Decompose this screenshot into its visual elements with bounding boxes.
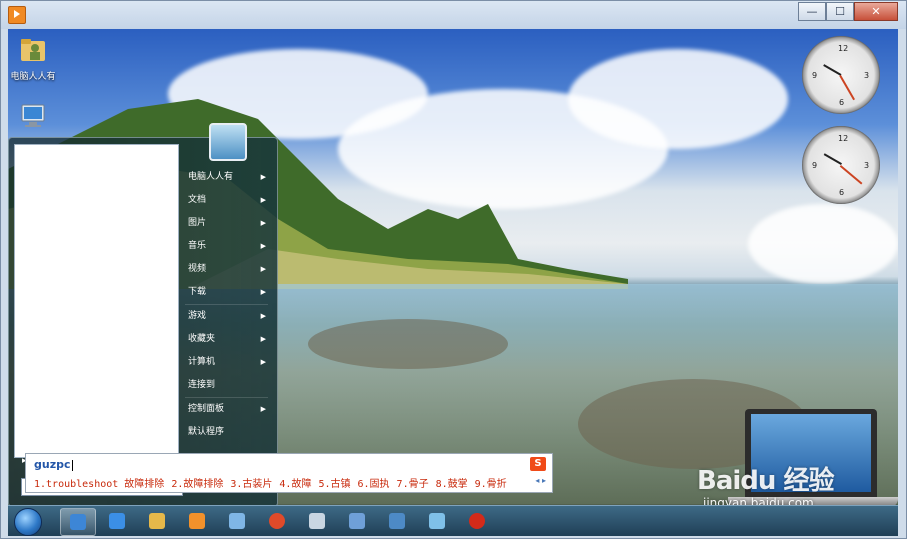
start-menu-item[interactable]: 下载 ▶ <box>179 281 274 304</box>
taskbar-button[interactable] <box>260 508 294 534</box>
ime-candidate[interactable]: 4.故障 <box>279 479 311 490</box>
title-bar[interactable]: — ☐ ✕ <box>1 1 906 29</box>
submenu-arrow-icon: ▶ <box>260 219 266 227</box>
ime-candidate[interactable]: 5.古镇 <box>318 479 350 490</box>
start-menu-item-label: 默认程序 <box>188 427 225 437</box>
start-menu-item[interactable]: 文档 ▶ <box>179 189 274 212</box>
start-menu-item[interactable]: 收藏夹 ▶ <box>179 328 274 351</box>
taskbar-button[interactable] <box>140 508 174 534</box>
remote-icon <box>389 513 405 529</box>
media-player-icon <box>189 513 205 529</box>
rock <box>308 319 508 369</box>
ime-candidate[interactable]: 2.故障排除 <box>171 479 223 490</box>
minute-hand <box>840 165 863 185</box>
game-icon <box>469 513 485 529</box>
clock-gadget[interactable]: 12 3 6 9 <box>802 126 880 204</box>
start-menu-item[interactable]: 视频 ▶ <box>179 258 274 281</box>
ime-candidate[interactable]: 7.骨子 <box>397 479 429 490</box>
ime-composition: guzpc <box>34 458 73 471</box>
media-player-app-icon <box>8 6 26 24</box>
ime-page-arrows[interactable]: ◂ ▸ <box>535 476 546 485</box>
taskbar-button[interactable] <box>420 508 454 534</box>
ime-candidate[interactable]: 9.骨折 <box>475 479 507 490</box>
ime-candidate-window: guzpc S 1.troubleshoot 故障排除 2.故障排除 3.古装片 4.… <box>25 453 553 493</box>
start-menu: ▸ 电脑人人有▶文档▶图片▶音乐▶视频▶下载▶游戏▶收藏夹▶计算机▶连接到控制面… <box>8 123 278 507</box>
desktop-icon-computer[interactable] <box>8 101 58 135</box>
program-list <box>14 144 179 458</box>
start-menu-item[interactable]: 连接到 <box>179 374 274 397</box>
sogou-logo-icon[interactable]: S <box>530 457 546 471</box>
start-menu-item[interactable]: 游戏 ▶ <box>179 305 274 328</box>
hour-hand <box>823 153 842 165</box>
ie-icon <box>109 513 125 529</box>
ime-candidate[interactable]: 3.古装片 <box>230 479 272 490</box>
start-menu-item-label: 音乐 <box>188 241 207 251</box>
start-orb-icon[interactable] <box>14 508 42 536</box>
submenu-arrow-icon: ▶ <box>260 173 266 181</box>
window-icon <box>229 513 245 529</box>
cloud <box>748 204 898 284</box>
submenu-arrow-icon: ▶ <box>260 405 266 413</box>
taskbar-button[interactable] <box>340 508 374 534</box>
taskbar-button[interactable] <box>460 508 494 534</box>
start-menu-item[interactable]: 音乐 ▶ <box>179 235 274 258</box>
ime-candidate[interactable]: 1.troubleshoot 故障排除 <box>34 479 164 490</box>
submenu-arrow-icon: ▶ <box>260 242 266 250</box>
submenu-arrow-icon: ▶ <box>260 335 266 343</box>
desktop-icon-user-folder[interactable]: 电脑人人有 <box>8 35 58 82</box>
taskbar <box>8 505 898 536</box>
submenu-arrow-icon: ▶ <box>260 358 266 366</box>
computer-icon <box>21 104 45 127</box>
start-menu-item-label: 收藏夹 <box>188 334 216 344</box>
folder-user-icon <box>21 39 45 61</box>
paint-icon <box>349 513 365 529</box>
hour-hand <box>823 64 842 76</box>
start-menu-item-label: 视频 <box>188 264 207 274</box>
start-menu-item-label: 游戏 <box>188 311 207 321</box>
ime-input-text: guzpc <box>34 458 71 471</box>
file-icon <box>309 513 325 529</box>
taskbar-button[interactable] <box>60 508 96 536</box>
start-menu-item[interactable]: 计算机 ▶ <box>179 351 274 374</box>
submenu-arrow-icon: ▶ <box>260 288 266 296</box>
start-menu-item[interactable]: 电脑人人有 ▶ <box>179 166 274 189</box>
start-menu-item-label: 电脑人人有 <box>188 172 234 182</box>
start-menu-item[interactable]: 默认程序 <box>179 421 274 444</box>
start-menu-right-pane: 电脑人人有 ▶ 文档 ▶ 图片 ▶ 音乐 ▶ 视频 ▶ 下载 ▶ 游戏 ▶ 收藏夹 ▶ 计算机 ▶ 连接到 控制面板 ▶… <box>179 166 274 444</box>
start-menu-item-label: 连接到 <box>188 380 216 390</box>
start-menu-item-label: 控制面板 <box>188 404 225 414</box>
ime-candidate[interactable]: 6.固执 <box>358 479 390 490</box>
baidu-watermark: Baidu 经验 <box>697 466 834 496</box>
minimize-button[interactable]: — <box>798 2 826 21</box>
explorer-icon <box>149 513 165 529</box>
browser-icon <box>70 514 86 530</box>
start-menu-item-label: 下载 <box>188 287 207 297</box>
desktop-icon-label: 电脑人人有 <box>10 72 56 82</box>
start-menu-item[interactable]: 图片 ▶ <box>179 212 274 235</box>
taskbar-button[interactable] <box>380 508 414 534</box>
submenu-arrow-icon: ▶ <box>260 312 266 320</box>
taskbar-button[interactable] <box>220 508 254 534</box>
chrome-icon <box>269 513 285 529</box>
maximize-button[interactable]: ☐ <box>826 2 854 21</box>
start-menu-item[interactable]: 控制面板 ▶ <box>179 398 274 421</box>
start-menu-item-label: 文档 <box>188 195 207 205</box>
start-menu-item-label: 计算机 <box>188 357 216 367</box>
start-menu-item-label: 图片 <box>188 218 207 228</box>
taskbar-button[interactable] <box>100 508 134 534</box>
taskbar-button[interactable] <box>300 508 334 534</box>
ime-candidate-list: 1.troubleshoot 故障排除 2.故障排除 3.古装片 4.故障 5.古镇 6.… <box>34 475 514 490</box>
clock-gadget[interactable]: 12 3 6 9 <box>802 36 880 114</box>
submenu-arrow-icon: ▶ <box>260 265 266 273</box>
window-controls: — ☐ ✕ <box>798 2 898 21</box>
taskbar-button[interactable] <box>180 508 214 534</box>
user-picture[interactable] <box>209 123 247 161</box>
submenu-arrow-icon: ▶ <box>260 196 266 204</box>
minute-hand <box>839 75 855 100</box>
close-button[interactable]: ✕ <box>854 2 898 21</box>
puzzle-icon <box>429 513 445 529</box>
ime-candidate[interactable]: 8.鼓掌 <box>436 479 468 490</box>
